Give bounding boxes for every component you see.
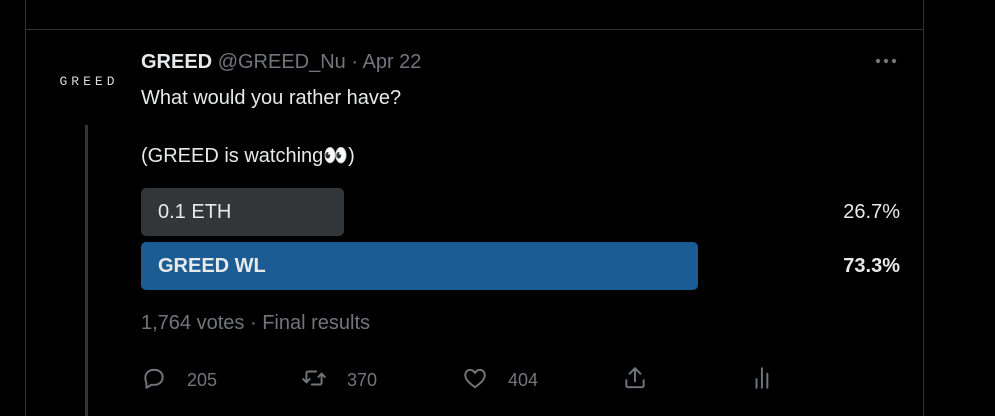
header-separator: · bbox=[351, 51, 359, 73]
share-icon bbox=[622, 365, 648, 396]
avatar-logo-text: GREED bbox=[59, 73, 119, 89]
retweet-button[interactable]: 370 bbox=[301, 364, 377, 396]
poll-option-percent: 73.3% bbox=[843, 255, 900, 277]
retweet-icon bbox=[301, 365, 327, 396]
avatar[interactable]: GREED bbox=[50, 53, 128, 109]
retweet-count: 370 bbox=[347, 369, 378, 390]
poll-option-label: GREED WL bbox=[158, 255, 266, 277]
share-button[interactable] bbox=[622, 364, 648, 396]
tweet-page: GREED GREED @GREED_Nu · Apr 22 What woul… bbox=[0, 0, 995, 416]
like-button[interactable]: 404 bbox=[462, 364, 538, 396]
reply-count: 205 bbox=[187, 369, 218, 390]
like-count: 404 bbox=[508, 369, 539, 390]
display-name[interactable]: GREED bbox=[141, 51, 212, 73]
tweet-text-line-2: (GREED is watching👀) bbox=[141, 145, 355, 167]
thread-line bbox=[85, 125, 88, 416]
poll-status: Final results bbox=[262, 312, 371, 334]
tweet-divider bbox=[25, 29, 924, 30]
analytics-icon bbox=[750, 365, 776, 396]
poll-option-percent: 26.7% bbox=[843, 201, 900, 223]
column-border-left bbox=[25, 0, 26, 416]
poll-meta: 1,764 votes · Final results bbox=[141, 311, 370, 335]
poll-vote-count: 1,764 votes bbox=[141, 312, 245, 334]
poll-option-label: 0.1 ETH bbox=[158, 201, 232, 223]
tweet-header: GREED @GREED_Nu · Apr 22 bbox=[141, 50, 421, 74]
more-icon[interactable] bbox=[872, 52, 900, 70]
column-border-right bbox=[923, 0, 924, 416]
tweet-text-line-1: What would you rather have? bbox=[141, 87, 402, 109]
reply-icon bbox=[141, 365, 167, 396]
reply-button[interactable]: 205 bbox=[141, 364, 217, 396]
tweet-date[interactable]: Apr 22 bbox=[363, 51, 422, 73]
like-icon bbox=[462, 365, 488, 396]
analytics-button[interactable] bbox=[750, 364, 776, 396]
poll-meta-separator: · bbox=[249, 312, 257, 334]
poll-option-1[interactable]: 0.1 ETH 26.7% bbox=[141, 188, 901, 236]
user-handle[interactable]: @GREED_Nu bbox=[218, 51, 346, 73]
poll-option-2[interactable]: GREED WL 73.3% bbox=[141, 242, 901, 290]
